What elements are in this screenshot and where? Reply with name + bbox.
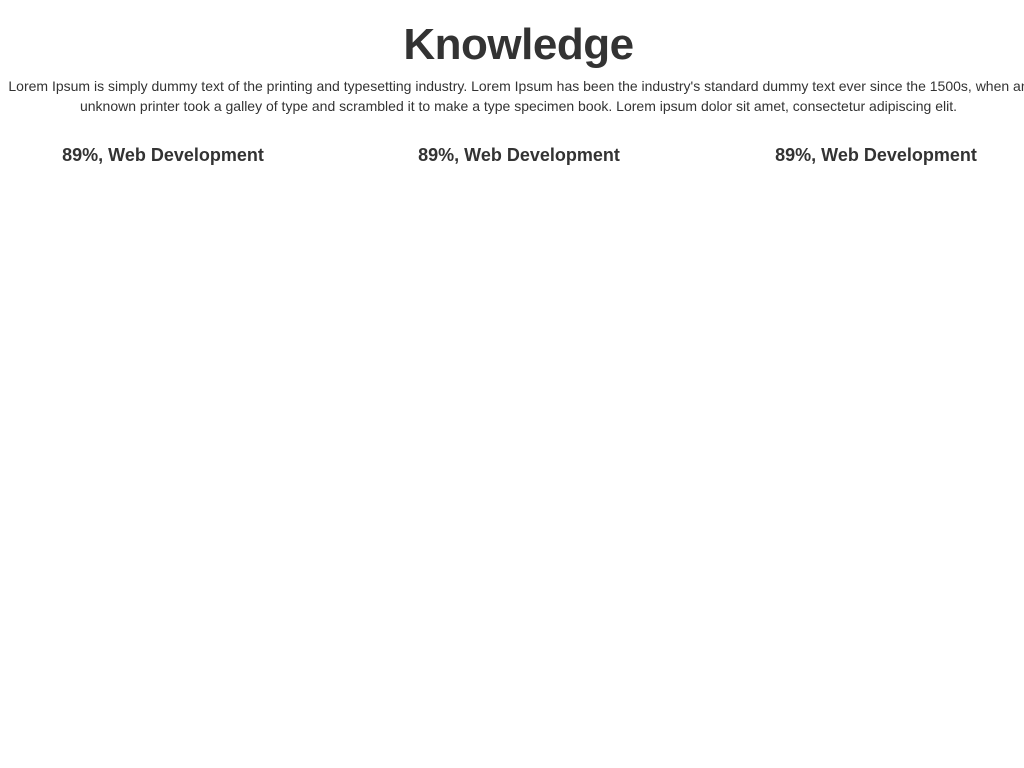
skill-label-3: 89%, Web Development [775,145,977,165]
knowledge-section: Knowledge Lorem Ipsum is simply dummy te… [0,0,1024,768]
description-line-1: Lorem Ipsum is simply dummy text of the … [8,78,1024,94]
description-line-2: unknown printer took a galley of type an… [79,98,957,114]
skill-label-1: 89%, Web Development [62,145,264,165]
section-description: Lorem Ipsum is simply dummy text of the … [0,76,1024,116]
section-title: Knowledge [403,20,634,69]
skill-label-2: 89%, Web Development [418,145,620,165]
